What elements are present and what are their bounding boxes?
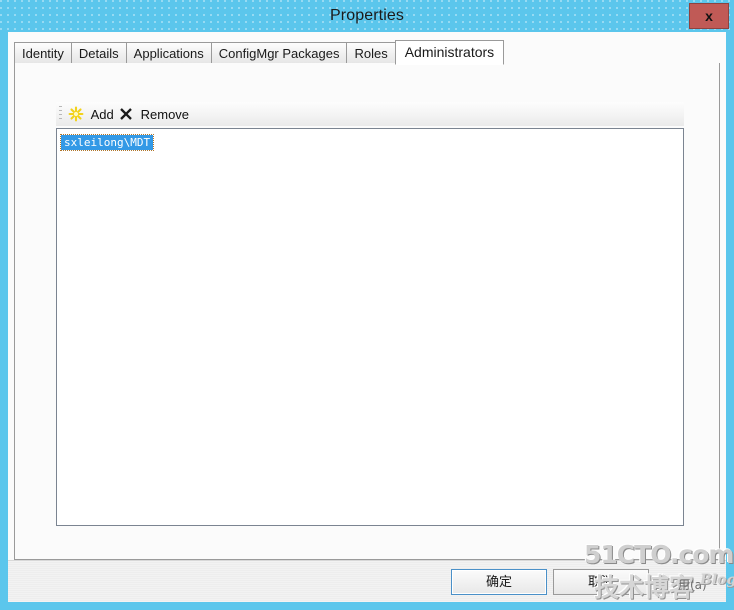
remove-button[interactable]: Remove — [118, 103, 189, 125]
add-button[interactable]: Add — [68, 103, 114, 125]
close-icon: x — [705, 8, 713, 24]
close-button[interactable]: x — [689, 3, 729, 29]
cancel-button[interactable]: 取消 — [553, 569, 649, 595]
remove-x-icon — [118, 106, 134, 122]
add-asterisk-icon — [68, 106, 84, 122]
tab-applications[interactable]: Applications — [125, 42, 212, 64]
dialog-button-bar: 确定 取消 — [8, 560, 726, 602]
tab-configmgr-packages[interactable]: ConfigMgr Packages — [210, 42, 348, 64]
administrators-toolbar: Add Remove — [56, 102, 684, 126]
title-bar[interactable]: Properties x — [0, 0, 734, 32]
tab-strip: Identity Details Applications ConfigMgr … — [14, 40, 720, 65]
administrators-list-box[interactable]: sxleilong\MDT — [56, 128, 684, 526]
tab-roles[interactable]: Roles — [346, 42, 396, 64]
toolbar-grip-icon[interactable] — [59, 106, 62, 122]
add-button-label: Add — [90, 106, 114, 122]
ok-button[interactable]: 确定 — [451, 569, 547, 595]
administrators-list-inner: sxleilong\MDT — [57, 129, 683, 525]
tab-identity[interactable]: Identity — [14, 42, 72, 64]
remove-button-label: Remove — [140, 106, 190, 122]
tab-details[interactable]: Details — [70, 42, 127, 64]
dialog-client-area: Identity Details Applications ConfigMgr … — [8, 32, 726, 592]
tab-administrators[interactable]: Administrators — [394, 40, 505, 65]
window-title: Properties — [330, 7, 404, 24]
properties-dialog-window: Properties x Identity Details Applicatio… — [0, 0, 734, 610]
list-item[interactable]: sxleilong\MDT — [59, 134, 155, 151]
